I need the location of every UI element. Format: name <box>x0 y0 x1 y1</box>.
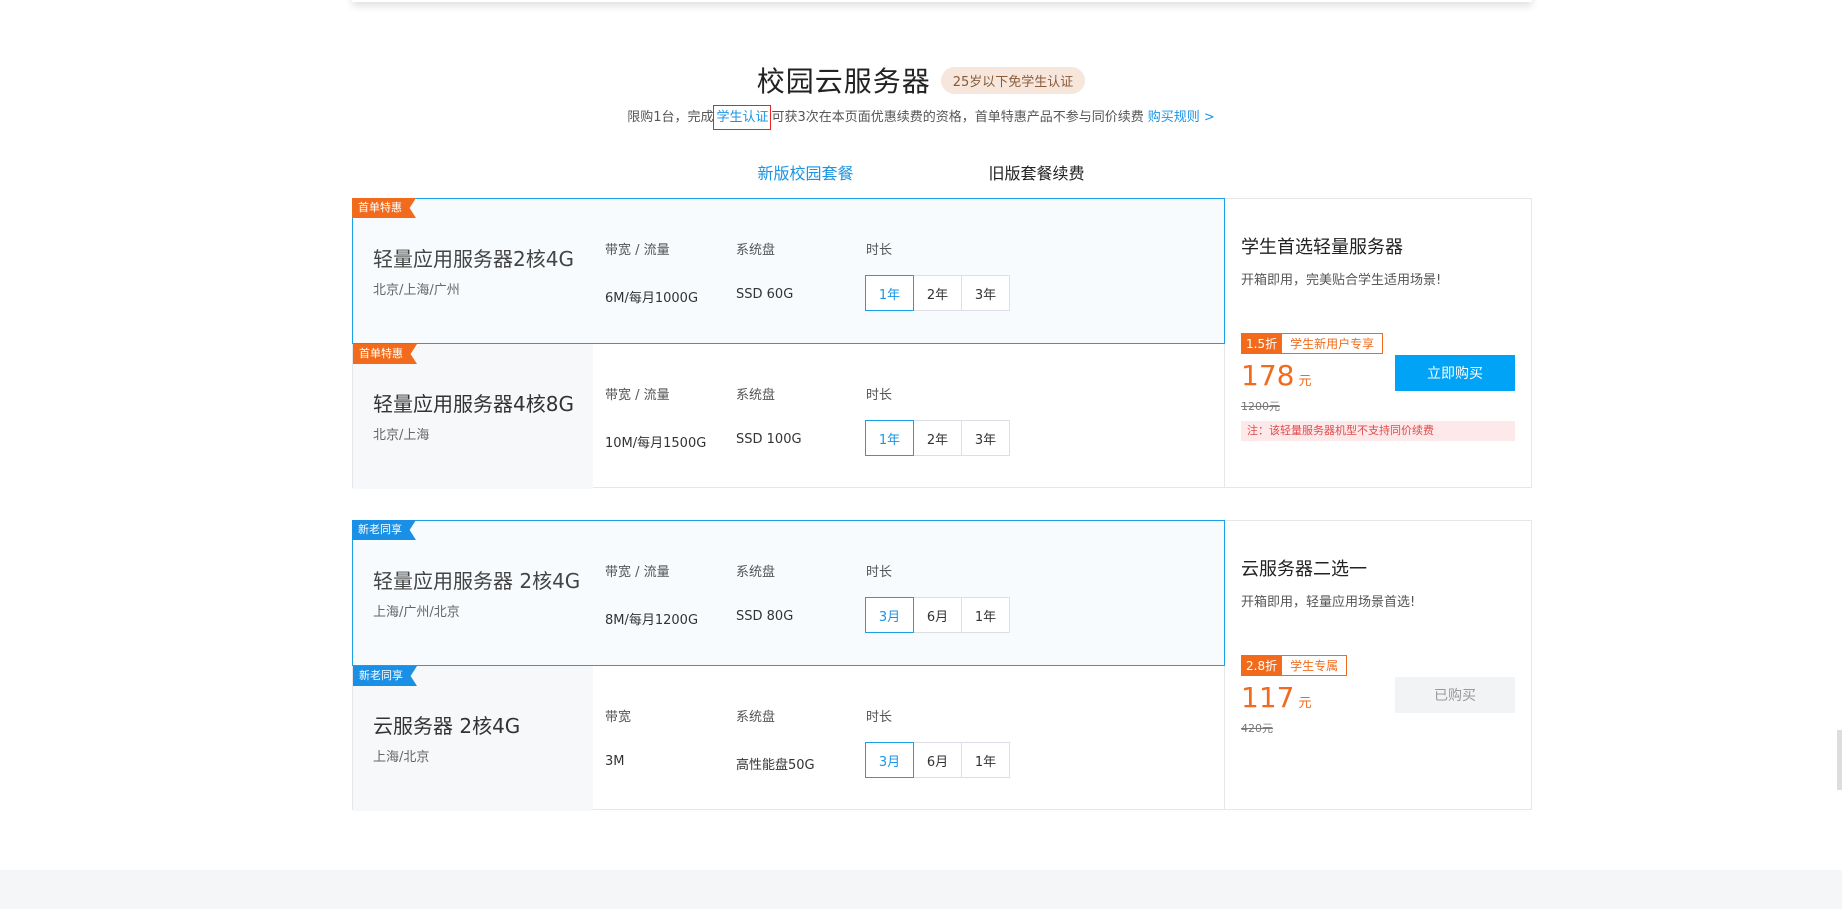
duration-options: 3月 6月 1年 <box>865 597 1010 633</box>
price: 117 元 <box>1241 681 1311 714</box>
duration-option[interactable]: 1年 <box>961 597 1010 633</box>
product-name: 轻量应用服务器 2核4G <box>373 569 581 593</box>
bandwidth-value: 6M/每月1000G <box>605 291 699 306</box>
purchase-notice: 限购1台，完成 学生认证 可获3次在本页面优惠续费的资格，首单特惠产品不参与同价续费… <box>0 105 1842 130</box>
purchase-panel: 学生首选轻量服务器 开箱即用，完美贴合学生适用场景! 1.5折 学生新用户专享 … <box>1224 199 1531 487</box>
duration-options: 3月 6月 1年 <box>865 742 1010 778</box>
tab-new-campus-package[interactable]: 新版校园套餐 <box>757 160 853 184</box>
page-title: 校园云服务器 <box>756 65 931 98</box>
product-row[interactable]: 首单特惠 轻量应用服务器4核8G 北京/上海 带宽 / 流量 系统盘 时长 10… <box>353 344 1225 489</box>
student-cert-link[interactable]: 学生认证 <box>713 105 772 130</box>
duration-option[interactable]: 1年 <box>865 275 914 311</box>
purchased-button[interactable]: 已购买 <box>1395 677 1515 713</box>
product-name-cell: 首单特惠 轻量应用服务器4核8G 北京/上海 <box>353 344 593 489</box>
product-group-lightweight: 首单特惠 轻量应用服务器2核4G 北京/上海/广州 带宽 / 流量 系统盘 时长… <box>352 198 1532 489</box>
duration-options: 1年 2年 3年 <box>865 275 1010 311</box>
footer-band <box>0 870 1842 909</box>
product-name-cell: 首单特惠 轻量应用服务器2核4G 北京/上海/广州 <box>352 198 593 343</box>
price-value: 117 <box>1241 681 1295 714</box>
disk-label: 系统盘 <box>736 565 776 580</box>
first-order-tag: 首单特惠 <box>352 198 416 218</box>
first-order-tag: 首单特惠 <box>353 344 417 364</box>
bandwidth-value: 8M/每月1200G <box>605 613 699 628</box>
purchase-panel: 云服务器二选一 开箱即用，轻量应用场景首选! 2.8折 学生专属 117 元 42… <box>1224 521 1531 809</box>
bandwidth-label: 带宽 / 流量 <box>605 565 670 580</box>
notice-text-after: 可获3次在本页面优惠续费的资格，首单特惠产品不参与同价续费 <box>771 110 1144 125</box>
duration-option[interactable]: 3月 <box>865 742 914 778</box>
duration-label: 时长 <box>866 710 893 725</box>
price: 178 元 <box>1241 359 1311 392</box>
original-price: 420元 <box>1241 722 1273 735</box>
panel-description: 开箱即用，轻量应用场景首选! <box>1241 595 1416 610</box>
duration-label: 时长 <box>866 388 893 403</box>
scroll-edge <box>1837 730 1842 790</box>
notice-text-before: 限购1台，完成 <box>627 110 714 125</box>
disk-value: 高性能盘50G <box>736 758 815 773</box>
product-name-cell: 新老同享 云服务器 2核4G 上海/北京 <box>353 666 593 811</box>
duration-option[interactable]: 3年 <box>961 420 1010 456</box>
discount-label: 学生新用户专享 <box>1282 333 1384 354</box>
buy-now-button[interactable]: 立即购买 <box>1395 355 1515 391</box>
bandwidth-value: 3M <box>605 754 625 769</box>
original-price: 1200元 <box>1241 400 1280 413</box>
product-name: 云服务器 2核4G <box>373 714 521 738</box>
purchase-rules-link[interactable]: 购买规则 > <box>1148 110 1215 125</box>
disk-value: SSD 60G <box>736 287 794 302</box>
discount-rate: 2.8折 <box>1241 655 1283 676</box>
product-name: 轻量应用服务器2核4G <box>373 247 574 271</box>
discount-rate: 1.5折 <box>1241 333 1283 354</box>
product-region: 上海/广州/北京 <box>373 605 460 620</box>
discount-badge: 1.5折 学生新用户专享 <box>1241 333 1384 354</box>
bandwidth-label: 带宽 <box>605 710 632 725</box>
duration-option[interactable]: 2年 <box>913 275 962 311</box>
duration-option[interactable]: 6月 <box>913 742 962 778</box>
shared-tag: 新老同享 <box>352 520 416 540</box>
duration-option[interactable]: 3月 <box>865 597 914 633</box>
free-cert-badge: 25岁以下免学生认证 <box>940 66 1086 94</box>
product-region: 上海/北京 <box>373 750 430 765</box>
disk-label: 系统盘 <box>736 710 776 725</box>
product-name-cell: 新老同享 轻量应用服务器 2核4G 上海/广州/北京 <box>352 520 593 665</box>
product-region: 北京/上海 <box>373 428 430 443</box>
duration-option[interactable]: 2年 <box>913 420 962 456</box>
section-header: 校园云服务器 25岁以下免学生认证 <box>0 60 1842 100</box>
duration-label: 时长 <box>866 565 893 580</box>
product-row[interactable]: 新老同享 云服务器 2核4G 上海/北京 带宽 系统盘 时长 3M 高性能盘50… <box>353 666 1225 811</box>
duration-option[interactable]: 1年 <box>865 420 914 456</box>
price-unit: 元 <box>1298 696 1312 711</box>
price-value: 178 <box>1241 359 1295 392</box>
product-rows: 新老同享 轻量应用服务器 2核4G 上海/广州/北京 带宽 / 流量 系统盘 时… <box>352 520 1225 811</box>
renewal-note: 注：该轻量服务器机型不支持同价续费 <box>1241 421 1515 441</box>
discount-label: 学生专属 <box>1282 655 1348 676</box>
duration-option[interactable]: 6月 <box>913 597 962 633</box>
disk-value: SSD 100G <box>736 432 802 447</box>
discount-badge: 2.8折 学生专属 <box>1241 655 1348 676</box>
bandwidth-value: 10M/每月1500G <box>605 436 707 451</box>
disk-label: 系统盘 <box>736 243 776 258</box>
top-card-edge <box>352 0 1532 2</box>
product-region: 北京/上海/广州 <box>373 283 460 298</box>
duration-option[interactable]: 3年 <box>961 275 1010 311</box>
duration-option[interactable]: 1年 <box>961 742 1010 778</box>
shared-tag: 新老同享 <box>353 666 417 686</box>
duration-label: 时长 <box>866 243 893 258</box>
disk-label: 系统盘 <box>736 388 776 403</box>
product-rows: 首单特惠 轻量应用服务器2核4G 北京/上海/广州 带宽 / 流量 系统盘 时长… <box>352 198 1225 489</box>
package-tabs: 新版校园套餐 旧版套餐续费 <box>0 160 1842 184</box>
product-row[interactable]: 新老同享 轻量应用服务器 2核4G 上海/广州/北京 带宽 / 流量 系统盘 时… <box>352 520 1225 666</box>
product-row[interactable]: 首单特惠 轻量应用服务器2核4G 北京/上海/广州 带宽 / 流量 系统盘 时长… <box>352 198 1225 344</box>
panel-description: 开箱即用，完美贴合学生适用场景! <box>1241 273 1442 288</box>
panel-title: 学生首选轻量服务器 <box>1241 237 1403 258</box>
bandwidth-label: 带宽 / 流量 <box>605 243 670 258</box>
panel-title: 云服务器二选一 <box>1241 559 1367 580</box>
bandwidth-label: 带宽 / 流量 <box>605 388 670 403</box>
product-group-cloud: 新老同享 轻量应用服务器 2核4G 上海/广州/北京 带宽 / 流量 系统盘 时… <box>352 520 1532 811</box>
price-unit: 元 <box>1298 374 1312 389</box>
tab-old-package-renewal[interactable]: 旧版套餐续费 <box>989 160 1085 184</box>
product-name: 轻量应用服务器4核8G <box>373 392 574 416</box>
duration-options: 1年 2年 3年 <box>865 420 1010 456</box>
disk-value: SSD 80G <box>736 609 794 624</box>
